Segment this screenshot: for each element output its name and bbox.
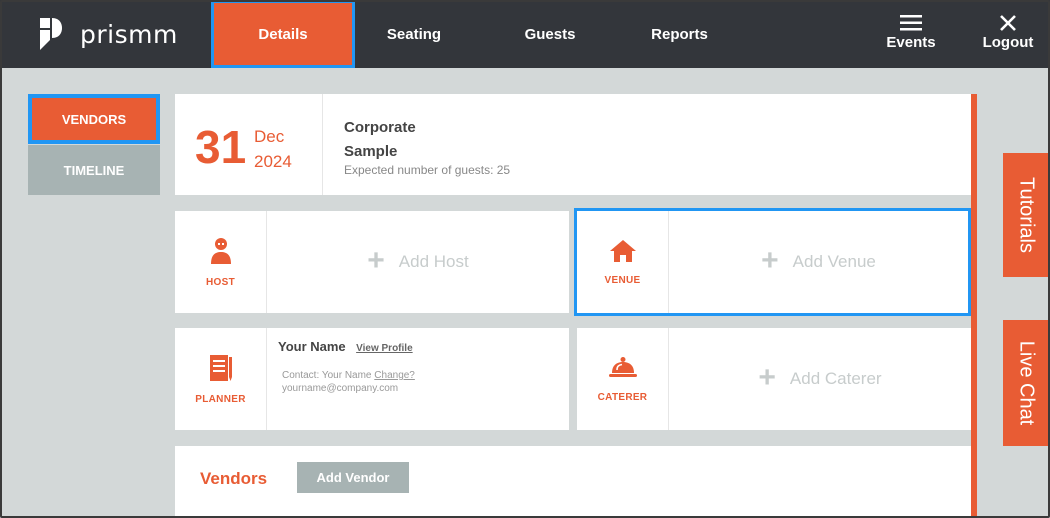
food-cloche-icon <box>608 356 637 377</box>
tutorials-label: Tutorials <box>1015 177 1038 253</box>
add-venue-button[interactable]: + Add Venue <box>669 211 968 313</box>
caterer-tile: CATERER + Add Caterer <box>577 328 971 430</box>
plus-icon: + <box>761 243 779 277</box>
view-profile-link[interactable]: View Profile <box>356 343 413 354</box>
planner-label: PLANNER <box>195 393 246 405</box>
add-host-button[interactable]: + Add Host <box>267 211 569 313</box>
host-tile: HOST + Add Host <box>175 211 569 313</box>
sidebar-item-vendors[interactable]: VENDORS <box>28 94 160 144</box>
notebook-icon <box>209 354 232 381</box>
events-menu-button[interactable]: Events <box>880 14 942 51</box>
person-icon <box>210 237 231 264</box>
plus-icon: + <box>758 360 776 394</box>
event-month: Dec <box>254 127 285 146</box>
contact-text: Contact: Your Name <box>282 370 372 381</box>
caterer-icon-cell: CATERER <box>577 328 669 430</box>
close-icon <box>1000 15 1016 31</box>
logout-button[interactable]: Logout <box>978 14 1038 51</box>
event-day: 31 <box>195 121 247 173</box>
top-navigation-bar: prismm Details Seating Guests Reports Ev… <box>0 0 1050 68</box>
add-host-label: Add Host <box>398 252 469 271</box>
content-accent-strip <box>971 94 977 518</box>
add-vendor-button[interactable]: Add Vendor <box>297 462 409 493</box>
hamburger-icon <box>900 15 922 31</box>
event-title-line1: Corporate <box>344 119 416 136</box>
vendors-title: Vendors <box>200 469 268 488</box>
tab-details[interactable]: Details <box>211 0 355 68</box>
caterer-label: CATERER <box>597 391 648 403</box>
planner-email: yourname@company.com <box>282 383 399 394</box>
event-title-line2: Sample <box>344 143 398 160</box>
host-icon-cell: HOST <box>175 211 267 313</box>
planner-icon-cell: PLANNER <box>175 328 267 430</box>
tab-guests[interactable]: Guests <box>505 0 595 68</box>
tab-seating[interactable]: Seating <box>368 0 460 68</box>
event-title: Corporate Sample <box>344 116 416 164</box>
prismm-logo-icon <box>40 18 62 50</box>
events-label: Events <box>886 34 936 51</box>
live-chat-label: Live Chat <box>1015 340 1038 426</box>
logout-label: Logout <box>982 34 1034 51</box>
vendors-section: Vendors Add Vendor <box>175 446 971 518</box>
expected-guests-text: Expected number of guests: 25 <box>344 163 511 177</box>
change-contact-link[interactable]: Change? <box>374 370 415 381</box>
logo-text: prismm <box>80 19 178 49</box>
logo[interactable]: prismm <box>38 16 178 52</box>
planner-info: Your Name View Profile Contact: Your Nam… <box>278 338 415 394</box>
plus-icon: + <box>367 243 385 277</box>
add-caterer-label: Add Caterer <box>789 369 882 388</box>
host-label: HOST <box>206 276 235 288</box>
divider <box>322 94 323 195</box>
house-icon <box>609 239 636 262</box>
planner-contact: Contact: Your Name Change? <box>282 370 415 381</box>
planner-name: Your Name <box>278 339 346 354</box>
venue-tile: VENUE + Add Venue <box>574 208 971 316</box>
venue-icon-cell: VENUE <box>577 211 669 313</box>
live-chat-tab[interactable]: Live Chat <box>1003 320 1049 446</box>
add-venue-label: Add Venue <box>792 252 876 271</box>
add-caterer-button[interactable]: + Add Caterer <box>669 328 971 430</box>
tutorials-tab[interactable]: Tutorials <box>1003 153 1049 277</box>
venue-label: VENUE <box>604 274 641 286</box>
event-year: 2024 <box>254 152 292 171</box>
planner-tile: PLANNER Your Name View Profile Contact: … <box>175 328 569 430</box>
tab-reports[interactable]: Reports <box>632 0 727 68</box>
sidebar-item-timeline[interactable]: TIMELINE <box>28 145 160 195</box>
event-summary-card: 31 Dec 2024 Corporate Sample Expected nu… <box>175 94 971 195</box>
